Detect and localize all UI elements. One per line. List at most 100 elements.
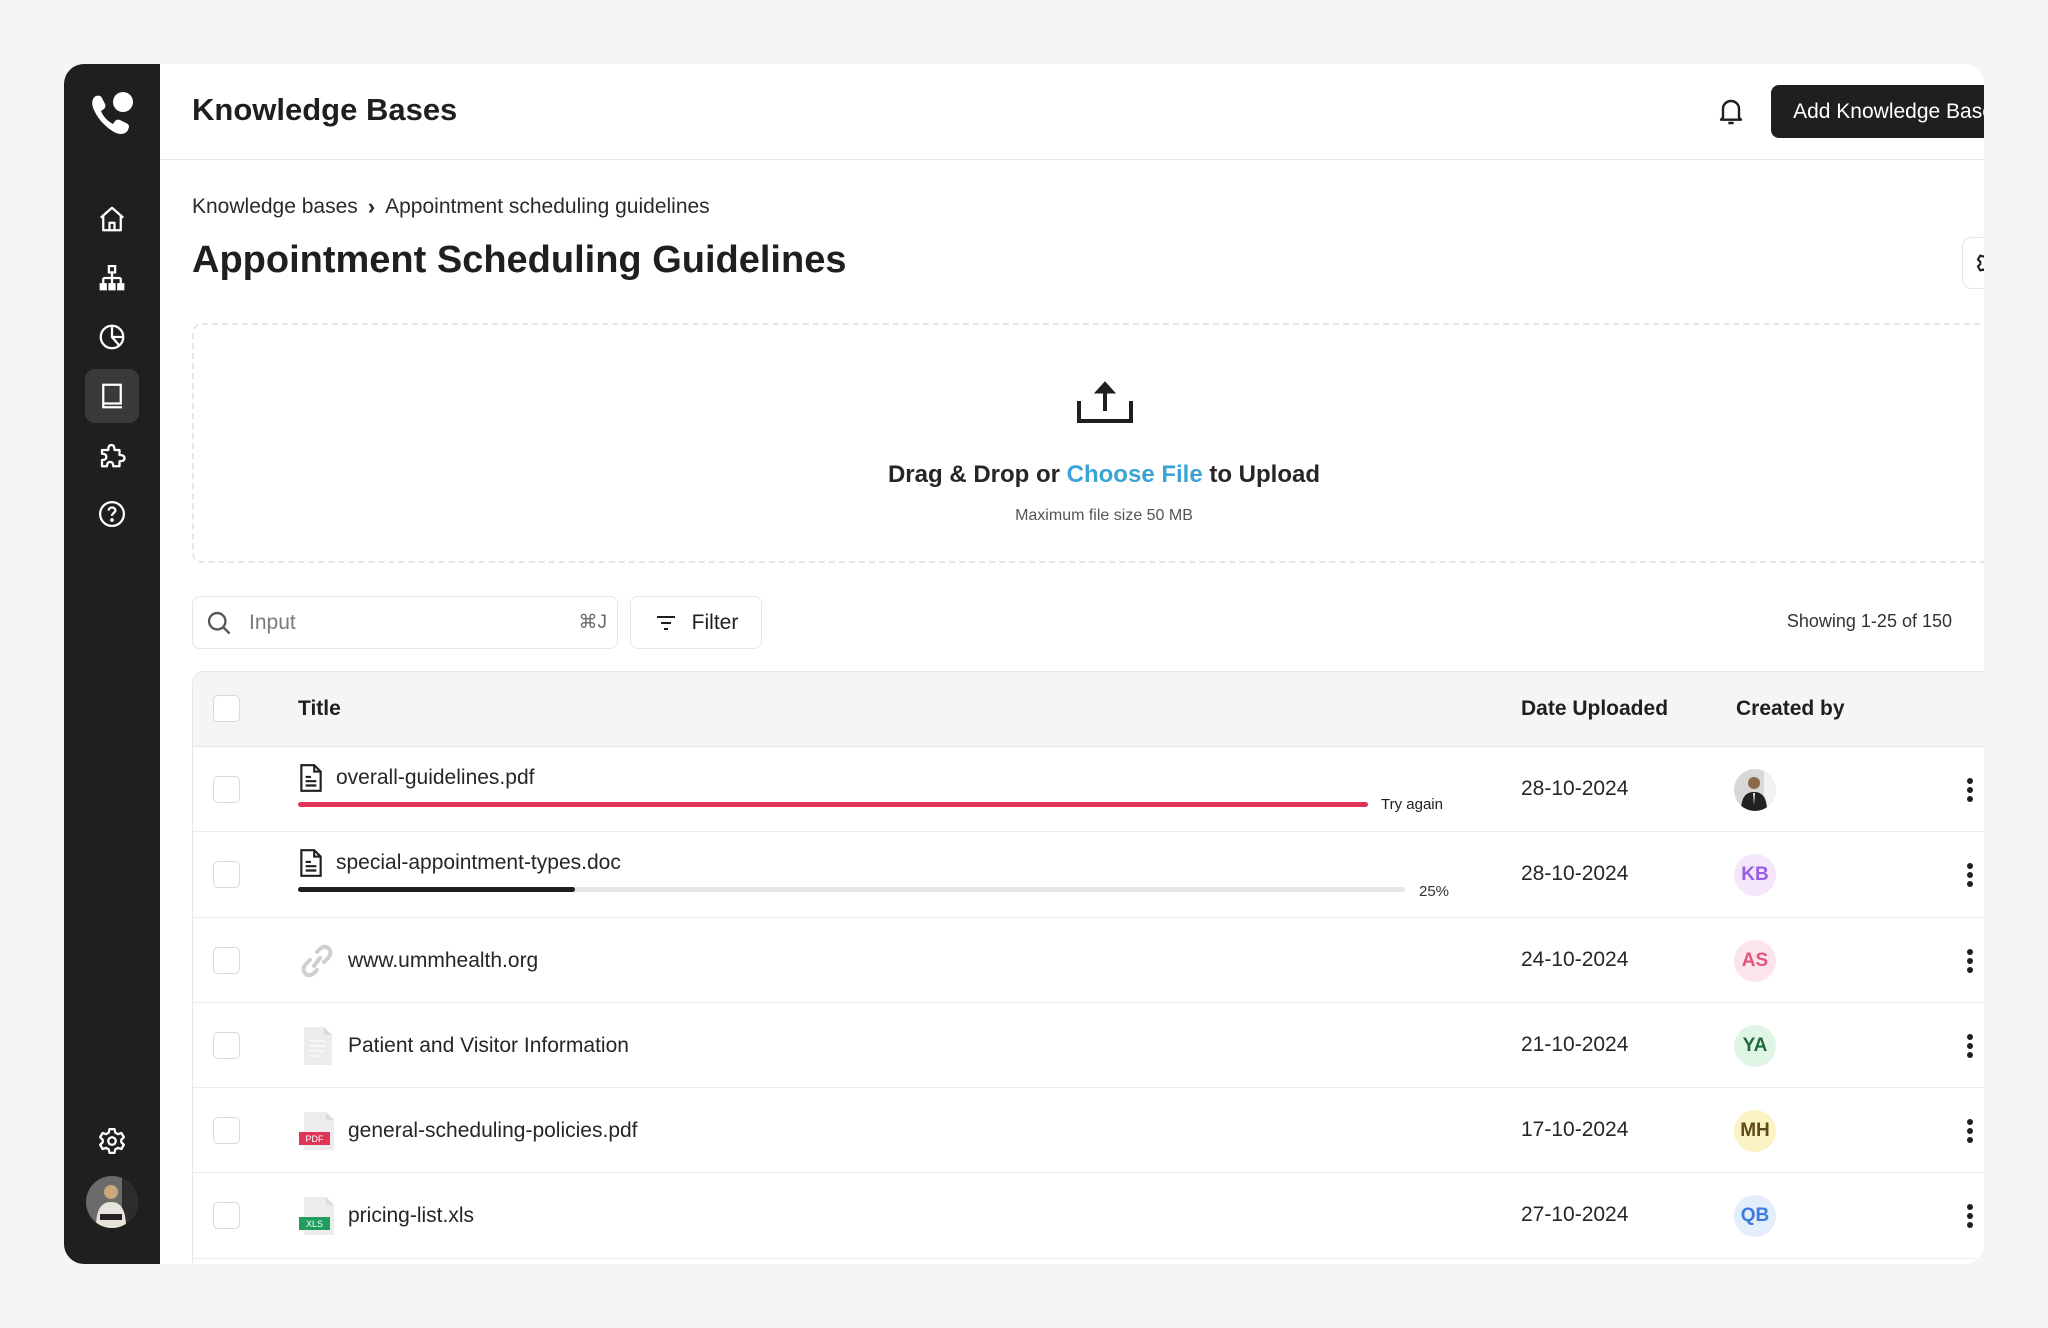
page-icon	[304, 1026, 332, 1065]
title-cell: PDF general-scheduling-policies.pdf	[298, 1110, 638, 1152]
row-more-button[interactable]	[1955, 773, 1984, 807]
file-name[interactable]: www.ummhealth.org	[348, 949, 538, 973]
date-uploaded: 17-10-2024	[1521, 1118, 1629, 1142]
title-cell: Patient and Visitor Information	[298, 1025, 629, 1067]
row-more-button[interactable]	[1955, 944, 1984, 978]
creator-avatar: YA	[1734, 1024, 1776, 1067]
sidebar-item-hierarchy[interactable]	[85, 251, 139, 305]
results-count: Showing 1-25 of 150	[1786, 611, 1952, 631]
filter-button[interactable]: Filter	[630, 596, 762, 649]
document-icon	[300, 849, 322, 878]
select-all-checkbox[interactable]	[213, 695, 240, 722]
upload-progress-bar	[298, 887, 1405, 893]
sidebar-item-settings[interactable]	[85, 1114, 139, 1168]
upload-suffix: to Upload	[1202, 461, 1321, 488]
shortcut-hint: ⌘J	[578, 612, 608, 633]
creator-avatar: AS	[1734, 939, 1776, 982]
row-checkbox[interactable]	[213, 861, 240, 889]
gear-icon	[99, 1128, 125, 1154]
upload-dropzone[interactable]: Drag & Drop or Choose File to Upload Max…	[192, 323, 1984, 563]
row-checkbox[interactable]	[213, 946, 240, 974]
upload-icon	[1077, 381, 1133, 423]
search-input[interactable]	[249, 610, 549, 635]
files-table: Title Date Uploaded Created by overall-g…	[192, 671, 1984, 1264]
creator-avatar	[1734, 769, 1776, 811]
help-circle-icon	[99, 501, 125, 527]
table-row[interactable]: XLS pricing-list.xls 27-10-2024 QB	[193, 1173, 1984, 1259]
bell-icon	[1719, 99, 1743, 125]
upload-progress-fill	[298, 887, 575, 893]
page-title: Appointment Scheduling Guidelines	[192, 239, 847, 281]
table-row[interactable]: overall-guidelines.pdf Try again 28-10-2…	[193, 747, 1984, 833]
app-window: Knowledge Bases Add Knowledge Base Knowl…	[64, 64, 1984, 1264]
table-header: Title Date Uploaded Created by	[193, 672, 1984, 747]
row-checkbox[interactable]	[213, 776, 240, 803]
row-checkbox[interactable]	[213, 1117, 240, 1145]
sidebar-item-home[interactable]	[85, 192, 139, 246]
title-cell: overall-guidelines.pdf	[298, 763, 534, 793]
xls-badge: XLS	[306, 1219, 323, 1229]
try-again-link[interactable]: Try again	[1381, 796, 1443, 813]
logo-icon[interactable]	[86, 88, 138, 140]
sidebar-item-knowledge-bases[interactable]	[85, 369, 139, 423]
row-more-button[interactable]	[1955, 1199, 1984, 1233]
user-avatar[interactable]	[86, 1176, 138, 1228]
sidebar	[64, 64, 160, 1264]
breadcrumb-root[interactable]: Knowledge bases	[192, 195, 358, 219]
add-knowledge-base-button[interactable]: Add Knowledge Base	[1771, 85, 1984, 138]
sidebar-item-analytics[interactable]	[85, 310, 139, 364]
sitemap-icon	[99, 265, 125, 291]
link-icon	[301, 944, 333, 977]
column-created-by[interactable]: Created by	[1736, 697, 1845, 721]
sidebar-item-help[interactable]	[85, 487, 139, 541]
upload-progress-percent: 25%	[1419, 883, 1450, 901]
title-cell: www.ummhealth.org	[298, 940, 538, 982]
title-cell: XLS pricing-list.xls	[298, 1195, 474, 1237]
puzzle-icon	[100, 443, 126, 468]
row-checkbox[interactable]	[213, 1031, 240, 1059]
file-name[interactable]: Patient and Visitor Information	[348, 1034, 629, 1058]
breadcrumb: Knowledge bases › Appointment scheduling…	[192, 194, 710, 220]
file-name[interactable]: general-scheduling-policies.pdf	[348, 1119, 638, 1143]
book-icon	[102, 383, 122, 409]
title-cell: special-appointment-types.doc	[298, 848, 621, 878]
upload-prefix: Drag & Drop or	[887, 461, 1067, 488]
file-name[interactable]: overall-guidelines.pdf	[336, 766, 534, 790]
file-name[interactable]: special-appointment-types.doc	[336, 851, 621, 875]
chevron-right-icon: ›	[367, 194, 376, 219]
upload-progress-bar-failed	[298, 802, 1368, 807]
row-checkbox[interactable]	[213, 1202, 240, 1230]
date-uploaded: 24-10-2024	[1521, 947, 1629, 971]
breadcrumb-current: Appointment scheduling guidelines	[385, 195, 710, 218]
row-more-button[interactable]	[1955, 1029, 1984, 1063]
column-title[interactable]: Title	[298, 697, 341, 721]
creator-avatar: KB	[1734, 854, 1776, 897]
xls-icon: XLS	[299, 1197, 334, 1236]
row-more-button[interactable]	[1955, 858, 1984, 892]
date-uploaded: 28-10-2024	[1521, 777, 1629, 800]
table-row[interactable]: PDF general-scheduling-policies.pdf 17-1…	[193, 1088, 1984, 1174]
row-more-button[interactable]	[1955, 1114, 1984, 1148]
choose-file-link[interactable]: Choose File	[1067, 461, 1203, 488]
table-row[interactable]: special-appointment-types.doc 25% 28-10-…	[193, 832, 1984, 918]
top-bar: Knowledge Bases Add Knowledge Base	[160, 64, 1984, 160]
app-title: Knowledge Bases	[192, 92, 458, 127]
upload-instructions: Drag & Drop or Choose File to Upload	[194, 461, 1984, 489]
main-content: Knowledge Bases Add Knowledge Base Knowl…	[160, 64, 1984, 1264]
document-icon	[300, 764, 322, 792]
search-icon	[207, 611, 231, 634]
table-row[interactable]: www.ummhealth.org 24-10-2024 AS	[193, 918, 1984, 1003]
file-name[interactable]: pricing-list.xls	[348, 1204, 474, 1228]
filter-icon	[656, 615, 675, 630]
date-uploaded: 27-10-2024	[1521, 1203, 1629, 1227]
creator-avatar: MH	[1734, 1110, 1776, 1153]
kb-settings-button[interactable]	[1962, 237, 1984, 289]
gear-icon	[1976, 254, 1984, 272]
sidebar-item-integrations[interactable]	[85, 428, 139, 482]
column-date-uploaded[interactable]: Date Uploaded	[1521, 697, 1668, 721]
table-row[interactable]: Patient and Visitor Information 21-10-20…	[193, 1003, 1984, 1089]
pdf-icon: PDF	[299, 1112, 334, 1151]
search-field[interactable]: ⌘J	[192, 596, 618, 649]
notifications-button[interactable]	[1715, 94, 1747, 128]
filter-label: Filter	[691, 610, 739, 634]
